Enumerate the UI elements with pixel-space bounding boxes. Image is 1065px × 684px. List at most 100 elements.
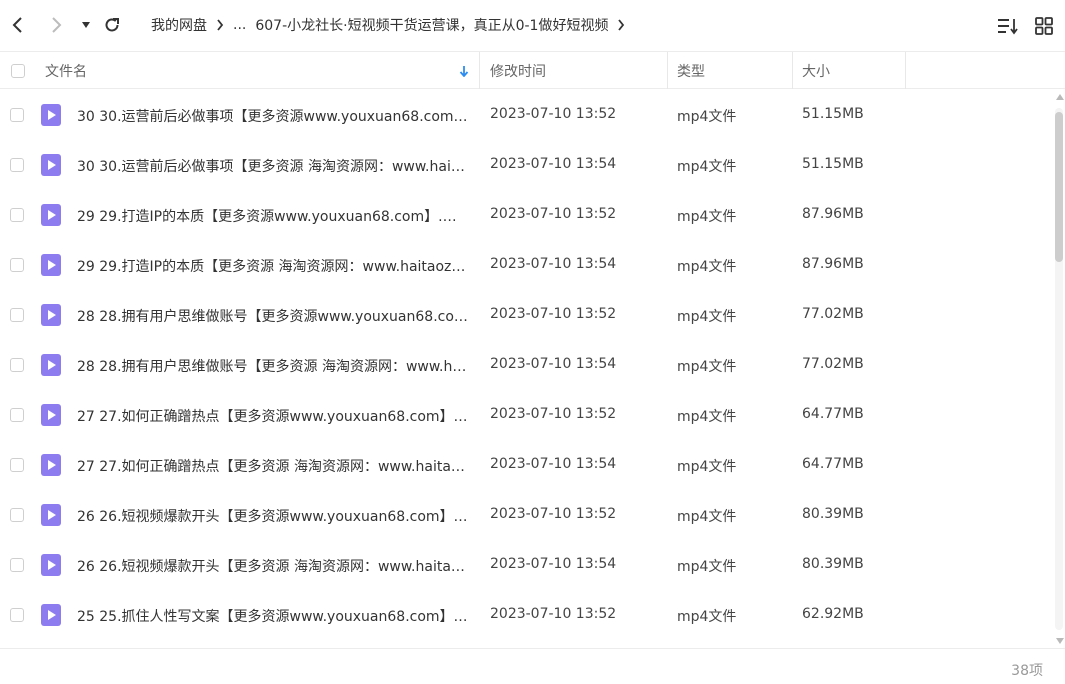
file-row[interactable]: 25 25.抓住人性写文案【更多资源www.youxuan68.com】.mp4…: [0, 590, 1052, 640]
file-type: mp4文件: [677, 509, 737, 525]
file-row[interactable]: 30 30.运营前后必做事项【更多资源 海淘资源网：www.haitaoziyu…: [0, 140, 1052, 190]
chevron-left-icon: [12, 17, 22, 33]
row-checkbox[interactable]: [10, 608, 24, 622]
file-type: mp4文件: [677, 459, 737, 475]
video-file-icon: [41, 254, 61, 276]
refresh-button[interactable]: [100, 13, 124, 37]
forward-button[interactable]: [44, 13, 68, 37]
file-type: mp4文件: [677, 559, 737, 575]
file-size: 77.02MB: [802, 306, 864, 322]
file-name[interactable]: 25 25.抓住人性写文案【更多资源www.youxuan68.com】.mp4: [77, 606, 469, 626]
file-modified: 2023-07-10 13:52: [490, 506, 617, 522]
file-modified: 2023-07-10 13:54: [490, 156, 617, 172]
file-name[interactable]: 30 30.运营前后必做事项【更多资源www.youxuan68.com】.mp…: [77, 106, 469, 126]
breadcrumb-ellipsis[interactable]: ...: [233, 17, 246, 33]
breadcrumb-current[interactable]: 607-小龙社长·短视频干货运营课，真正从0-1做好短视频: [255, 15, 608, 35]
column-header-name[interactable]: 文件名: [45, 52, 87, 89]
breadcrumb-separator-icon: [216, 19, 224, 31]
file-list-header: 文件名 修改时间 类型 大小: [0, 51, 1065, 89]
file-modified: 2023-07-10 13:54: [490, 256, 617, 272]
file-row[interactable]: 27 27.如何正确蹭热点【更多资源 海淘资源网：www.haitaoziyua…: [0, 440, 1052, 490]
file-row[interactable]: 30 30.运营前后必做事项【更多资源www.youxuan68.com】.mp…: [0, 90, 1052, 140]
status-footer: 38项: [0, 648, 1065, 684]
file-row[interactable]: 28 28.拥有用户思维做账号【更多资源www.youxuan68.com】.m…: [0, 290, 1052, 340]
sort-button[interactable]: [997, 15, 1019, 37]
file-size: 64.77MB: [802, 406, 864, 422]
row-checkbox[interactable]: [10, 508, 24, 522]
breadcrumb-root[interactable]: 我的网盘: [151, 15, 207, 35]
file-type: mp4文件: [677, 159, 737, 175]
file-name[interactable]: 29 29.打造IP的本质【更多资源 海淘资源网：www.haitaoziyua…: [77, 256, 469, 276]
row-checkbox[interactable]: [10, 108, 24, 122]
file-name[interactable]: 29 29.打造IP的本质【更多资源www.youxuan68.com】.mp4: [77, 206, 469, 226]
vertical-scrollbar[interactable]: [1054, 94, 1065, 644]
file-name[interactable]: 28 28.拥有用户思维做账号【更多资源www.youxuan68.com】.m…: [77, 306, 469, 326]
sort-arrow-icon: [459, 52, 469, 89]
file-row[interactable]: 26 26.短视频爆款开头【更多资源 海淘资源网：www.haitaoziyua…: [0, 540, 1052, 590]
row-checkbox[interactable]: [10, 158, 24, 172]
file-modified: 2023-07-10 13:52: [490, 606, 617, 622]
file-row[interactable]: 28 28.拥有用户思维做账号【更多资源 海淘资源网：www.haitaoziy…: [0, 340, 1052, 390]
column-header-size[interactable]: 大小: [802, 52, 830, 89]
video-file-icon: [41, 104, 61, 126]
row-checkbox[interactable]: [10, 308, 24, 322]
file-type: mp4文件: [677, 209, 737, 225]
video-file-icon: [41, 554, 61, 576]
row-checkbox[interactable]: [10, 558, 24, 572]
file-list: 30 30.运营前后必做事项【更多资源www.youxuan68.com】.mp…: [0, 90, 1052, 648]
file-name[interactable]: 27 27.如何正确蹭热点【更多资源www.youxuan68.com】.mp4: [77, 406, 469, 426]
top-bar: 我的网盘 ... 607-小龙社长·短视频干货运营课，真正从0-1做好短视频: [0, 0, 1065, 50]
file-name[interactable]: 26 26.短视频爆款开头【更多资源 海淘资源网：www.haitaoziyua…: [77, 556, 469, 576]
video-file-icon: [41, 504, 61, 526]
file-modified: 2023-07-10 13:54: [490, 356, 617, 372]
row-checkbox[interactable]: [10, 208, 24, 222]
column-header-modified[interactable]: 修改时间: [490, 52, 546, 89]
file-row[interactable]: 29 29.打造IP的本质【更多资源 海淘资源网：www.haitaoziyua…: [0, 240, 1052, 290]
file-size: 77.02MB: [802, 356, 864, 372]
video-file-icon: [41, 304, 61, 326]
file-modified: 2023-07-10 13:52: [490, 206, 617, 222]
video-file-icon: [41, 354, 61, 376]
breadcrumb-separator-icon: [617, 19, 625, 31]
file-modified: 2023-07-10 13:54: [490, 456, 617, 472]
refresh-icon: [105, 18, 119, 32]
file-size: 62.92MB: [802, 606, 864, 622]
scrollbar-thumb[interactable]: [1055, 112, 1063, 262]
history-dropdown-button[interactable]: [74, 13, 98, 37]
row-checkbox[interactable]: [10, 458, 24, 472]
column-divider[interactable]: [479, 52, 480, 89]
row-checkbox[interactable]: [10, 408, 24, 422]
breadcrumb: 我的网盘 ... 607-小龙社长·短视频干货运营课，真正从0-1做好短视频: [151, 15, 634, 35]
column-header-type[interactable]: 类型: [677, 52, 705, 89]
grid-view-button[interactable]: [1033, 15, 1055, 37]
file-name[interactable]: 28 28.拥有用户思维做账号【更多资源 海淘资源网：www.haitaoziy…: [77, 356, 469, 376]
view-tools: [997, 15, 1055, 37]
file-size: 80.39MB: [802, 556, 864, 572]
back-button[interactable]: [6, 13, 30, 37]
file-row[interactable]: 26 26.短视频爆款开头【更多资源www.youxuan68.com】.mp4…: [0, 490, 1052, 540]
file-size: 51.15MB: [802, 156, 864, 172]
file-size: 87.96MB: [802, 206, 864, 222]
caret-down-icon: [82, 22, 90, 28]
video-file-icon: [41, 154, 61, 176]
video-file-icon: [41, 604, 61, 626]
file-name[interactable]: 26 26.短视频爆款开头【更多资源www.youxuan68.com】.mp4: [77, 506, 469, 526]
scroll-down-arrow-icon[interactable]: [1056, 638, 1064, 644]
scroll-up-arrow-icon[interactable]: [1056, 94, 1064, 100]
file-modified: 2023-07-10 13:54: [490, 556, 617, 572]
column-divider[interactable]: [905, 52, 906, 89]
row-checkbox[interactable]: [10, 258, 24, 272]
grid-view-icon: [1035, 17, 1053, 35]
file-row[interactable]: 29 29.打造IP的本质【更多资源www.youxuan68.com】.mp4…: [0, 190, 1052, 240]
select-all-checkbox[interactable]: [11, 52, 25, 89]
video-file-icon: [41, 454, 61, 476]
file-name[interactable]: 30 30.运营前后必做事项【更多资源 海淘资源网：www.haitaoziyu…: [77, 156, 469, 176]
sort-descending-icon: [998, 19, 1018, 35]
file-row[interactable]: 27 27.如何正确蹭热点【更多资源www.youxuan68.com】.mp4…: [0, 390, 1052, 440]
file-type: mp4文件: [677, 359, 737, 375]
row-checkbox[interactable]: [10, 358, 24, 372]
column-divider[interactable]: [792, 52, 793, 89]
file-type: mp4文件: [677, 609, 737, 625]
column-divider[interactable]: [667, 52, 668, 89]
file-name[interactable]: 27 27.如何正确蹭热点【更多资源 海淘资源网：www.haitaoziyua…: [77, 456, 469, 476]
